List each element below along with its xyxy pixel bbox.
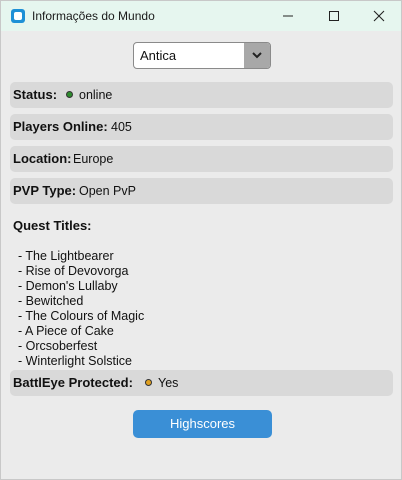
battleye-label: BattlEye Protected: <box>13 375 133 390</box>
status-label: Status: <box>13 87 58 102</box>
location-value: Europe <box>73 152 114 166</box>
close-button[interactable] <box>356 1 402 31</box>
quest-item: - Demon's Lullaby <box>18 279 118 293</box>
players-online-label: Players Online: <box>13 119 108 134</box>
quest-list: - The Lightbearer - Rise of Devovorga - … <box>18 249 144 369</box>
status-row: Status: online <box>10 82 393 108</box>
quest-titles-heading: Quest Titles: <box>13 218 92 233</box>
title-bar[interactable]: Informações do Mundo <box>1 1 401 31</box>
window-title: Informações do Mundo <box>32 9 155 23</box>
battleye-row: BattlEye Protected: Yes <box>10 370 393 396</box>
pvp-type-label: PVP Type: <box>13 183 77 198</box>
quest-item: - A Piece of Cake <box>18 324 114 338</box>
battleye-indicator-icon <box>145 379 152 386</box>
minimize-icon <box>283 15 293 17</box>
world-info-window: Informações do Mundo Antica Status: onli… <box>0 0 402 480</box>
pvp-type-row: PVP Type: Open PvP <box>10 178 393 204</box>
quest-item: - The Colours of Magic <box>18 309 145 323</box>
maximize-icon <box>329 11 339 21</box>
close-icon <box>373 10 385 22</box>
chevron-down-icon <box>252 52 262 59</box>
players-online-value: 405 <box>111 120 132 134</box>
status-value: online <box>79 88 113 102</box>
minimize-button[interactable] <box>265 1 311 31</box>
world-select[interactable]: Antica <box>133 42 271 69</box>
location-label: Location: <box>13 151 72 166</box>
world-select-dropdown-button[interactable] <box>244 43 270 68</box>
status-indicator-icon <box>66 91 73 98</box>
quest-item: - Rise of Devovorga <box>18 264 129 278</box>
maximize-button[interactable] <box>311 1 357 31</box>
battleye-value: Yes <box>158 376 179 390</box>
quest-item: - The Lightbearer <box>18 249 114 263</box>
app-icon <box>11 9 25 23</box>
quest-item: - Bewitched <box>18 294 84 308</box>
quest-item: - Winterlight Solstice <box>18 354 132 368</box>
pvp-type-value: Open PvP <box>79 184 136 198</box>
players-online-row: Players Online: 405 <box>10 114 393 140</box>
quest-item: - Orcsoberfest <box>18 339 98 353</box>
world-select-value: Antica <box>140 48 177 63</box>
location-row: Location: Europe <box>10 146 393 172</box>
highscores-button[interactable]: Highscores <box>133 410 272 438</box>
